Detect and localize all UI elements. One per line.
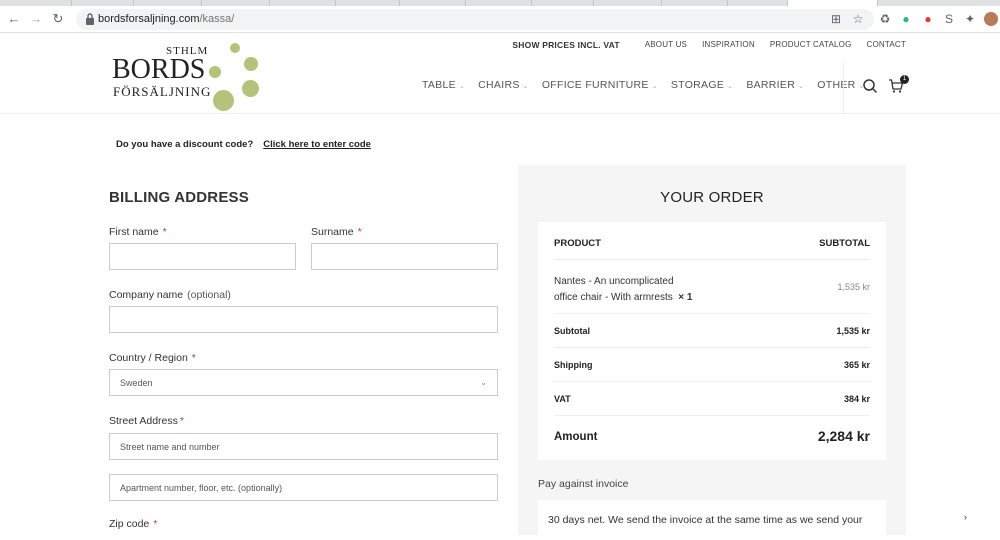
order-item-qty: × 1 (678, 292, 693, 303)
apartment-placeholder: Apartment number, floor, etc. (optionall… (120, 483, 283, 493)
first-name-input[interactable] (109, 243, 296, 270)
reload-icon[interactable]: ↻ (50, 11, 66, 27)
nav-other[interactable]: OTHER ⌄ (817, 79, 864, 91)
subtotal-row: Subtotal 1,535 kr (554, 314, 870, 348)
main-nav: TABLE ⌄ CHAIRS ⌄ OFFICE FURNITURE ⌄ STORAGE… (422, 79, 865, 91)
extension-green-icon[interactable]: ● (899, 12, 913, 26)
recycle-extension-icon[interactable]: ♻ (878, 12, 892, 26)
search-icon[interactable] (862, 78, 878, 94)
logo-dot (209, 66, 221, 78)
discount-question: Do you have a discount code? (116, 139, 254, 150)
address-bar[interactable]: bordsforsaljning.com/kassa/ (76, 9, 874, 30)
subtotal-value: 1,535 kr (836, 326, 870, 336)
chevron-down-icon: ⌄ (480, 378, 487, 387)
column-product: PRODUCT (554, 238, 601, 249)
bookmark-star-icon[interactable]: ☆ (851, 12, 865, 26)
vat-row: VAT 384 kr (554, 382, 870, 416)
about-us-link[interactable]: ABOUT US (645, 40, 687, 50)
chevron-down-icon: ⌄ (458, 83, 466, 90)
street-address-input[interactable]: Street name and number (109, 433, 498, 460)
country-select[interactable]: Sweden ⌄ (109, 369, 498, 396)
site-header: STHLM BORDS FÖRSÄLJNING SHOW PRICES INCL… (0, 34, 1000, 114)
product-catalog-link[interactable]: PRODUCT CATALOG (770, 40, 852, 50)
profile-avatar[interactable] (984, 12, 998, 26)
logo-dot (230, 43, 240, 53)
payment-description-box: 30 days net. We send the invoice at the … (538, 500, 886, 540)
street-placeholder: Street name and number (120, 442, 220, 452)
opera-extension-icon[interactable]: ● (921, 12, 935, 26)
logo-forsaljning: FÖRSÄLJNING (113, 84, 212, 99)
logo-dot (242, 80, 259, 97)
payment-method-label[interactable]: Pay against invoice (538, 478, 628, 490)
chevron-right-icon: › (964, 512, 967, 522)
enter-discount-code-link[interactable]: Click here to enter code (263, 139, 371, 150)
order-item-name: Nantes - An uncomplicated office chair -… (554, 276, 693, 303)
nav-table[interactable]: TABLE ⌄ (422, 79, 465, 91)
vat-value: 384 kr (843, 394, 870, 404)
apartment-input[interactable]: Apartment number, floor, etc. (optionall… (109, 474, 498, 501)
back-icon[interactable]: ← (6, 11, 22, 27)
logo-dot (213, 90, 234, 111)
column-subtotal: SUBTOTAL (819, 238, 870, 249)
order-item-price: 1,535 kr (837, 282, 870, 292)
subtotal-label: Subtotal (554, 326, 590, 336)
payment-description: 30 days net. We send the invoice at the … (548, 514, 863, 526)
surname-input[interactable] (311, 243, 498, 270)
chevron-down-icon: ⌄ (727, 83, 734, 90)
nav-storage[interactable]: STORAGE ⌄ (671, 79, 733, 91)
vat-label: VAT (554, 394, 571, 404)
cart-count-badge: 1 (900, 75, 909, 84)
discount-notice: Do you have a discount code? Click here t… (116, 139, 371, 150)
order-item-row: Nantes - An uncomplicated office chair -… (554, 260, 870, 314)
nav-chairs[interactable]: CHAIRS ⌄ (478, 79, 529, 91)
zip-code-label: Zip code * (109, 518, 158, 530)
company-name-label: Company name (optional) (109, 289, 231, 301)
order-header-row: PRODUCT SUBTOTAL (554, 222, 870, 260)
chevron-down-icon: ⌄ (651, 83, 658, 90)
puzzle-extensions-icon[interactable]: ✦ (963, 12, 977, 26)
country-selected-value: Sweden (120, 378, 153, 388)
forward-icon[interactable]: → (28, 11, 44, 27)
shipping-row: Shipping 365 kr (554, 348, 870, 382)
amount-value: 2,284 kr (817, 428, 870, 444)
lock-icon (86, 13, 94, 25)
s-extension-icon[interactable]: S (942, 12, 956, 26)
country-label: Country / Region * (109, 352, 196, 364)
shipping-value: 365 kr (843, 360, 870, 370)
url-text: bordsforsaljning.com/kassa/ (98, 13, 235, 25)
header-divider (843, 62, 844, 114)
inspiration-link[interactable]: INSPIRATION (702, 40, 755, 50)
billing-address-title: BILLING ADDRESS (109, 189, 249, 206)
nav-office-furniture[interactable]: OFFICE FURNITURE ⌄ (542, 79, 658, 91)
street-address-label: Street Address * (109, 415, 184, 427)
order-table: PRODUCT SUBTOTAL Nantes - An uncomplicat… (538, 222, 886, 460)
logo-dot (244, 57, 258, 71)
your-order-title: YOUR ORDER (660, 189, 764, 206)
first-name-label: First name * (109, 226, 167, 238)
show-prices-incl-vat-link[interactable]: SHOW PRICES INCL. VAT (512, 40, 619, 50)
chevron-down-icon: ⌄ (522, 83, 529, 90)
browser-toolbar: ← → ↻ bordsforsaljning.com/kassa/ ⊞ ☆ ♻ … (0, 6, 1000, 33)
chevron-down-icon: ⌄ (798, 83, 805, 90)
contact-link[interactable]: CONTACT (867, 40, 906, 50)
translate-icon[interactable]: ⊞ (829, 12, 843, 26)
top-links: SHOW PRICES INCL. VAT ABOUT US INSPIRATI… (512, 40, 906, 50)
company-name-input[interactable] (109, 306, 498, 333)
amount-row: Amount 2,284 kr (554, 416, 870, 460)
amount-label: Amount (554, 431, 598, 443)
surname-label: Surname * (311, 226, 362, 238)
shipping-label: Shipping (554, 360, 593, 370)
nav-barrier[interactable]: BARRIER ⌄ (746, 79, 804, 91)
logo-bords: BORDS (112, 54, 206, 85)
site-logo[interactable]: STHLM BORDS FÖRSÄLJNING (110, 42, 265, 111)
